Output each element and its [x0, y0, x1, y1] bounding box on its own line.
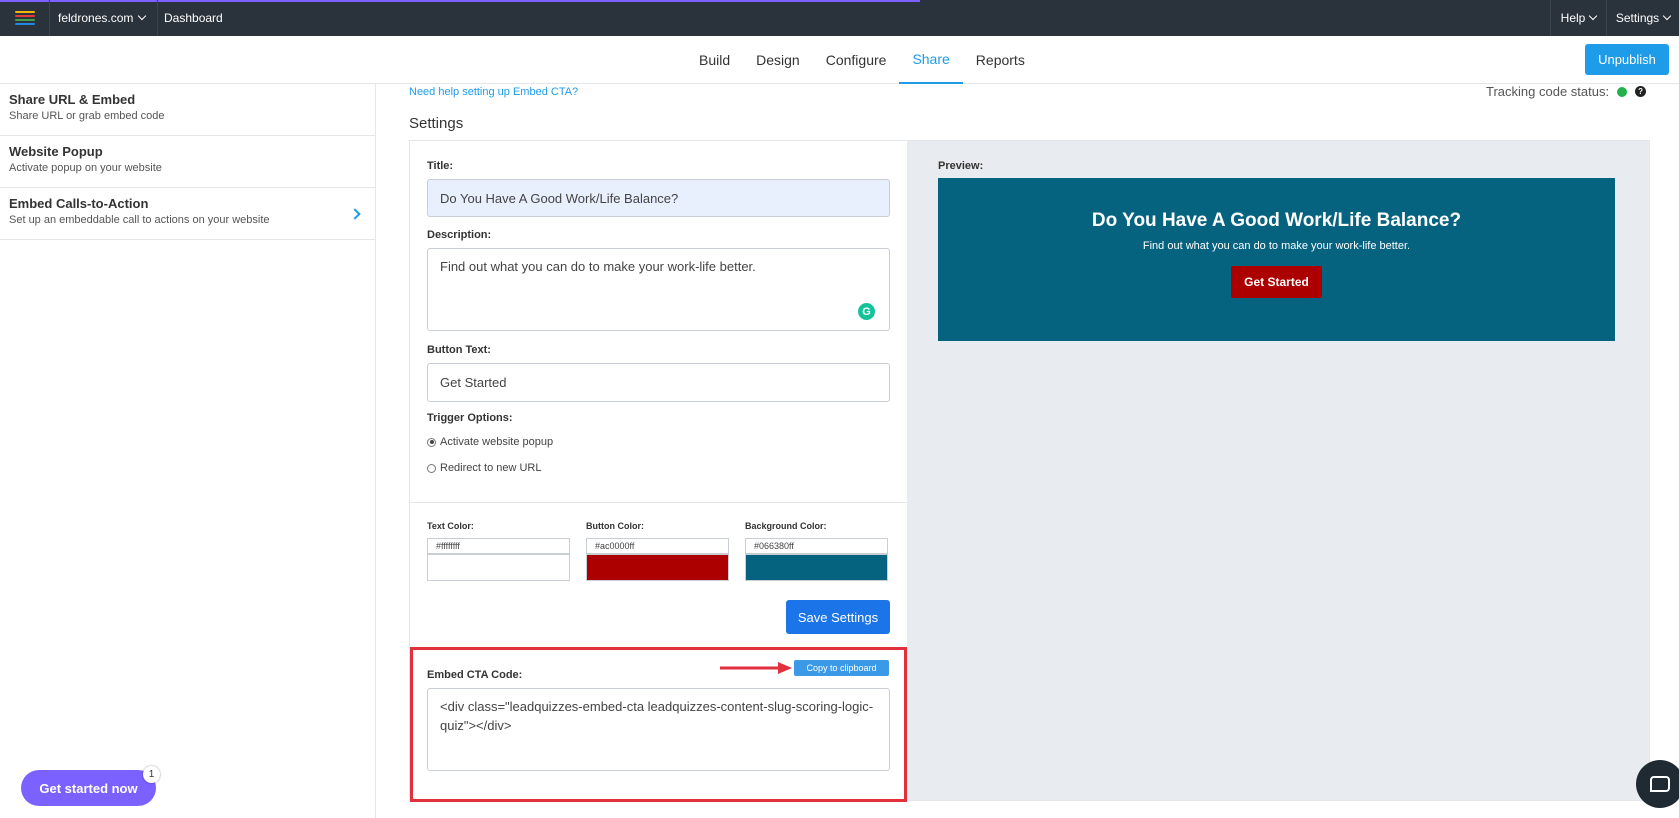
- sidebar-item-title: Embed Calls-to-Action: [9, 196, 149, 211]
- radio-label: Activate website popup: [440, 436, 554, 448]
- preview-label: Preview:: [938, 160, 984, 172]
- preview-card: Do You Have A Good Work/Life Balance? Fi…: [938, 178, 1615, 341]
- preview-description: Find out what you can do to make your wo…: [1142, 240, 1411, 252]
- sidebar-item-share-url[interactable]: Share URL & Embed Share URL or grab embe…: [0, 84, 375, 136]
- sidebar: Share URL & Embed Share URL or grab embe…: [0, 84, 376, 818]
- sidebar-item-subtitle: Set up an embeddable call to actions on …: [9, 214, 270, 226]
- sidebar-item-subtitle: Share URL or grab embed code: [9, 110, 165, 122]
- tab-bar: Build Design Configure Share Reports Unp…: [0, 36, 1679, 84]
- notification-badge: 1: [143, 766, 160, 783]
- site-name: feldrones.com: [58, 11, 134, 25]
- grammarly-icon[interactable]: G: [858, 303, 875, 320]
- help-label: Help: [1560, 11, 1586, 25]
- radio-redirect-url[interactable]: Redirect to new URL: [427, 462, 542, 474]
- get-started-button[interactable]: Get started now: [21, 770, 156, 806]
- text-color-label: Text Color:: [427, 521, 474, 531]
- background-color-swatch[interactable]: [745, 554, 888, 581]
- tracking-status: Tracking code status: ?: [1486, 84, 1647, 99]
- embed-help-link[interactable]: Need help setting up Embed CTA?: [409, 86, 578, 98]
- text-color-input[interactable]: #ffffffff: [427, 538, 570, 554]
- preview-panel: Preview: Do You Have A Good Work/Life Ba…: [907, 141, 1649, 800]
- settings-heading: Settings: [409, 115, 464, 132]
- radio-activate-popup[interactable]: Activate website popup: [427, 436, 553, 448]
- hamburger-menu-icon: [14, 11, 35, 25]
- sidebar-item-website-popup[interactable]: Website Popup Activate popup on your web…: [0, 136, 375, 188]
- help-menu[interactable]: Help: [1550, 0, 1606, 36]
- tab-share[interactable]: Share: [899, 36, 963, 84]
- button-text-input[interactable]: Get Started: [427, 363, 890, 402]
- tab-reports[interactable]: Reports: [963, 36, 1038, 84]
- chat-launcher-button[interactable]: [1636, 760, 1679, 808]
- unpublish-button[interactable]: Unpublish: [1585, 44, 1669, 75]
- question-icon[interactable]: ?: [1635, 86, 1647, 97]
- text-color-swatch[interactable]: [427, 554, 570, 581]
- title-input[interactable]: Do You Have A Good Work/Life Balance?: [427, 179, 890, 217]
- dashboard-link[interactable]: Dashboard: [164, 0, 223, 36]
- divider: [410, 502, 907, 503]
- settings-label: Settings: [1615, 11, 1660, 25]
- top-navbar: feldrones.com Dashboard Help Settings: [0, 0, 1679, 36]
- button-color-input[interactable]: #ac0000ff: [586, 538, 729, 554]
- background-color-input[interactable]: #066380ff: [745, 538, 888, 554]
- sidebar-item-title: Website Popup: [9, 144, 103, 159]
- embed-code-textarea[interactable]: <div class="leadquizzes-embed-cta leadqu…: [427, 688, 890, 771]
- copy-to-clipboard-button[interactable]: Copy to clipboard: [794, 660, 889, 676]
- description-textarea[interactable]: Find out what you can do to make your wo…: [427, 248, 890, 331]
- red-arrow-icon: [720, 662, 792, 674]
- radio-unselected-icon: [427, 463, 436, 473]
- chevron-down-icon: [138, 11, 147, 21]
- preview-cta-button[interactable]: Get Started: [1231, 266, 1322, 298]
- chevron-down-icon: [1662, 11, 1672, 21]
- form-panel: Title: Do You Have A Good Work/Life Bala…: [410, 141, 907, 802]
- description-label: Description:: [427, 229, 492, 241]
- button-text-label: Button Text:: [427, 344, 491, 356]
- sidebar-item-title: Share URL & Embed: [9, 92, 136, 107]
- status-dot-icon: [1617, 86, 1628, 97]
- title-label: Title:: [427, 160, 454, 172]
- button-color-label: Button Color:: [586, 521, 644, 531]
- tab-build[interactable]: Build: [686, 36, 743, 84]
- sidebar-item-subtitle: Activate popup on your website: [9, 162, 162, 174]
- tabs: Build Design Configure Share Reports: [686, 36, 1038, 84]
- chevron-down-icon: [1589, 11, 1598, 21]
- tab-configure[interactable]: Configure: [813, 36, 900, 84]
- button-color-swatch[interactable]: [586, 554, 729, 581]
- trigger-options-label: Trigger Options:: [427, 412, 513, 424]
- menu-button[interactable]: [0, 0, 50, 36]
- tracking-label: Tracking code status:: [1486, 84, 1610, 99]
- settings-menu[interactable]: Settings: [1606, 0, 1679, 36]
- save-settings-button[interactable]: Save Settings: [786, 600, 890, 634]
- radio-label: Redirect to new URL: [440, 462, 542, 474]
- preview-title: Do You Have A Good Work/Life Balance?: [1091, 210, 1462, 231]
- sidebar-item-embed-cta[interactable]: Embed Calls-to-Action Set up an embeddab…: [0, 188, 375, 240]
- chat-icon: [1650, 776, 1670, 792]
- settings-panel: Title: Do You Have A Good Work/Life Bala…: [409, 140, 1650, 802]
- site-selector[interactable]: feldrones.com: [58, 0, 159, 36]
- tab-design[interactable]: Design: [743, 36, 813, 84]
- radio-selected-icon: [427, 437, 436, 447]
- embed-code-label: Embed CTA Code:: [427, 669, 523, 681]
- background-color-label: Background Color:: [745, 521, 827, 531]
